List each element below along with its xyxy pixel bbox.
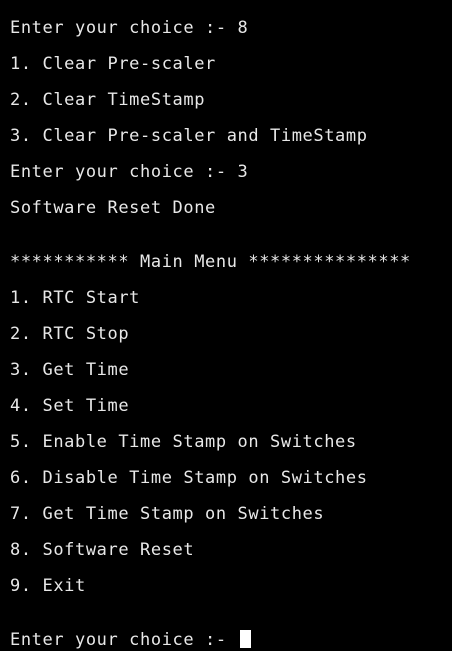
terminal-line: Enter your choice :- 3 — [10, 162, 249, 182]
main-menu-header: *********** Main Menu *************** — [10, 252, 411, 272]
menu-item-enable-time-stamp: 5. Enable Time Stamp on Switches — [10, 432, 357, 452]
menu-item-set-time: 4. Set Time — [10, 396, 130, 416]
text-cursor[interactable] — [239, 630, 251, 648]
terminal-window[interactable]: Enter your choice :- 8 1. Clear Pre-scal… — [0, 0, 452, 651]
input-prompt: Enter your choice :- — [10, 630, 238, 650]
menu-item-software-reset: 8. Software Reset — [10, 540, 195, 560]
terminal-line: Enter your choice :- 8 — [10, 18, 249, 38]
terminal-line: Software Reset Done — [10, 198, 216, 218]
terminal-line: 3. Clear Pre-scaler and TimeStamp — [10, 126, 368, 146]
menu-item-rtc-stop: 2. RTC Stop — [10, 324, 130, 344]
terminal-line: 2. Clear TimeStamp — [10, 90, 206, 110]
menu-item-get-time: 3. Get Time — [10, 360, 130, 380]
terminal-line: 1. Clear Pre-scaler — [10, 54, 216, 74]
input-prompt-line[interactable]: Enter your choice :- — [10, 628, 251, 651]
menu-item-exit: 9. Exit — [10, 576, 86, 596]
menu-item-disable-time-stamp: 6. Disable Time Stamp on Switches — [10, 468, 368, 488]
menu-item-rtc-start: 1. RTC Start — [10, 288, 141, 308]
menu-item-get-time-stamp: 7. Get Time Stamp on Switches — [10, 504, 325, 524]
